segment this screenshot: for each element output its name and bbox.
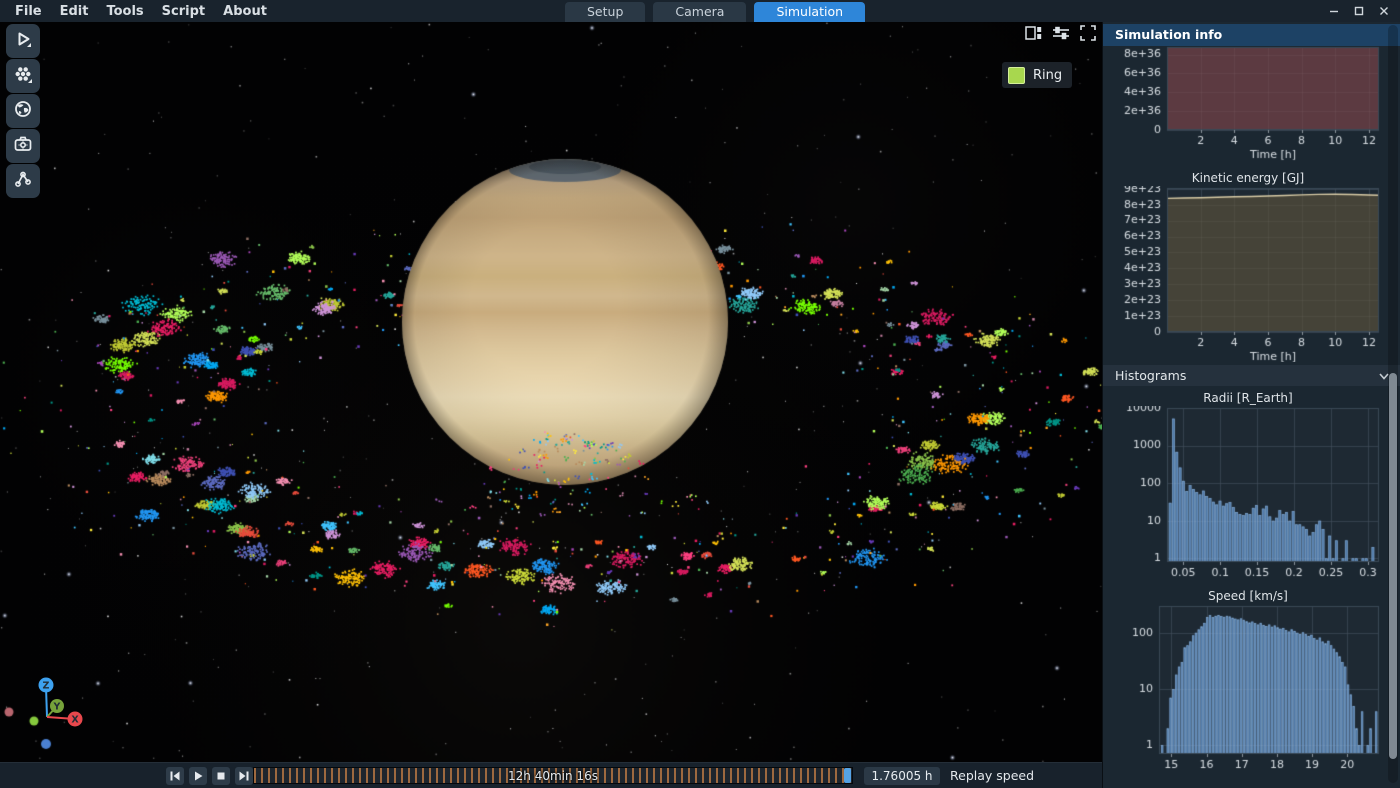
menu-about[interactable]: About (214, 4, 276, 19)
axis-y-label: Y (53, 702, 61, 713)
node-graph-button[interactable] (6, 164, 40, 198)
globe-icon (13, 99, 33, 123)
viewport-3d-scene[interactable] (0, 22, 1102, 762)
radii-histogram-chart (1107, 406, 1389, 582)
menu-bar: File Edit Tools Script About (6, 0, 276, 22)
legend-item-ring[interactable]: Ring (1002, 62, 1072, 88)
panel-layout-icon[interactable] (1025, 25, 1042, 45)
close-button[interactable] (1378, 5, 1390, 17)
simulation-info-header: Simulation info (1103, 24, 1400, 46)
timeline-time-label: 12h 40min 16s (254, 768, 852, 784)
timeline-thumb[interactable] (844, 768, 851, 783)
particles-icon (13, 64, 33, 88)
sidebar-scrollbar[interactable] (1388, 25, 1398, 783)
titlebar: File Edit Tools Script About Setup Camer… (0, 0, 1400, 22)
simulation-info-panel: Simulation info Kinetic energy [GJ] Hist… (1102, 22, 1400, 788)
particles-button[interactable] (6, 59, 40, 93)
total-energy-chart (1107, 46, 1389, 162)
play-button[interactable] (189, 767, 207, 785)
menu-edit[interactable]: Edit (51, 4, 98, 19)
radii-histogram-title: Radii [R_Earth] (1107, 391, 1389, 405)
camera-settings-button[interactable] (6, 129, 40, 163)
histograms-header-label: Histograms (1115, 368, 1186, 383)
menu-file[interactable]: File (6, 4, 51, 19)
legend-label: Ring (1033, 68, 1062, 83)
maximize-button[interactable] (1353, 5, 1365, 17)
main-tabs: Setup Camera Simulation (565, 2, 865, 22)
display-settings-icon[interactable] (1052, 25, 1070, 45)
timeline-seekbar[interactable]: 12h 40min 16s (253, 767, 853, 784)
axis-z-label: Z (43, 681, 50, 692)
replay-speed-label: Replay speed (950, 768, 1034, 783)
kinetic-energy-chart (1107, 186, 1389, 362)
viewport-corner-controls (1025, 25, 1096, 45)
current-time-field[interactable]: 1.76005 h (864, 767, 940, 785)
tab-setup[interactable]: Setup (565, 2, 645, 22)
histograms-section-header[interactable]: Histograms (1103, 365, 1400, 386)
playback-bar: 12h 40min 16s 1.76005 h Replay speed (0, 762, 1102, 788)
stop-button[interactable] (212, 767, 230, 785)
run-simulation-button[interactable] (6, 24, 40, 58)
window-controls (1328, 0, 1390, 22)
play-icon (13, 29, 33, 53)
viewport-3d: Ring Z Y X (0, 22, 1102, 762)
minimize-button[interactable] (1328, 5, 1340, 17)
skip-to-end-button[interactable] (235, 767, 253, 785)
playback-buttons (166, 767, 253, 785)
axis-x-label: X (71, 715, 79, 726)
tab-simulation[interactable]: Simulation (754, 2, 865, 22)
kinetic-energy-chart-title: Kinetic energy [GJ] (1107, 171, 1389, 185)
camera-gear-icon (13, 134, 33, 158)
axis-gizmo[interactable]: Z Y X (32, 674, 94, 732)
skip-to-start-button[interactable] (166, 767, 184, 785)
fullscreen-icon[interactable] (1080, 25, 1096, 45)
application-window: File Edit Tools Script About Setup Camer… (0, 0, 1400, 788)
ring-color-swatch (1008, 67, 1025, 84)
tab-camera[interactable]: Camera (653, 2, 746, 22)
menu-tools[interactable]: Tools (97, 4, 152, 19)
menu-script[interactable]: Script (153, 4, 214, 19)
sidebar-scrollbar-thumb[interactable] (1389, 373, 1397, 759)
world-button[interactable] (6, 94, 40, 128)
left-toolbar (6, 24, 40, 198)
speed-histogram-title: Speed [km/s] (1107, 589, 1389, 603)
speed-histogram-chart (1107, 604, 1389, 786)
node-graph-icon (13, 169, 33, 193)
